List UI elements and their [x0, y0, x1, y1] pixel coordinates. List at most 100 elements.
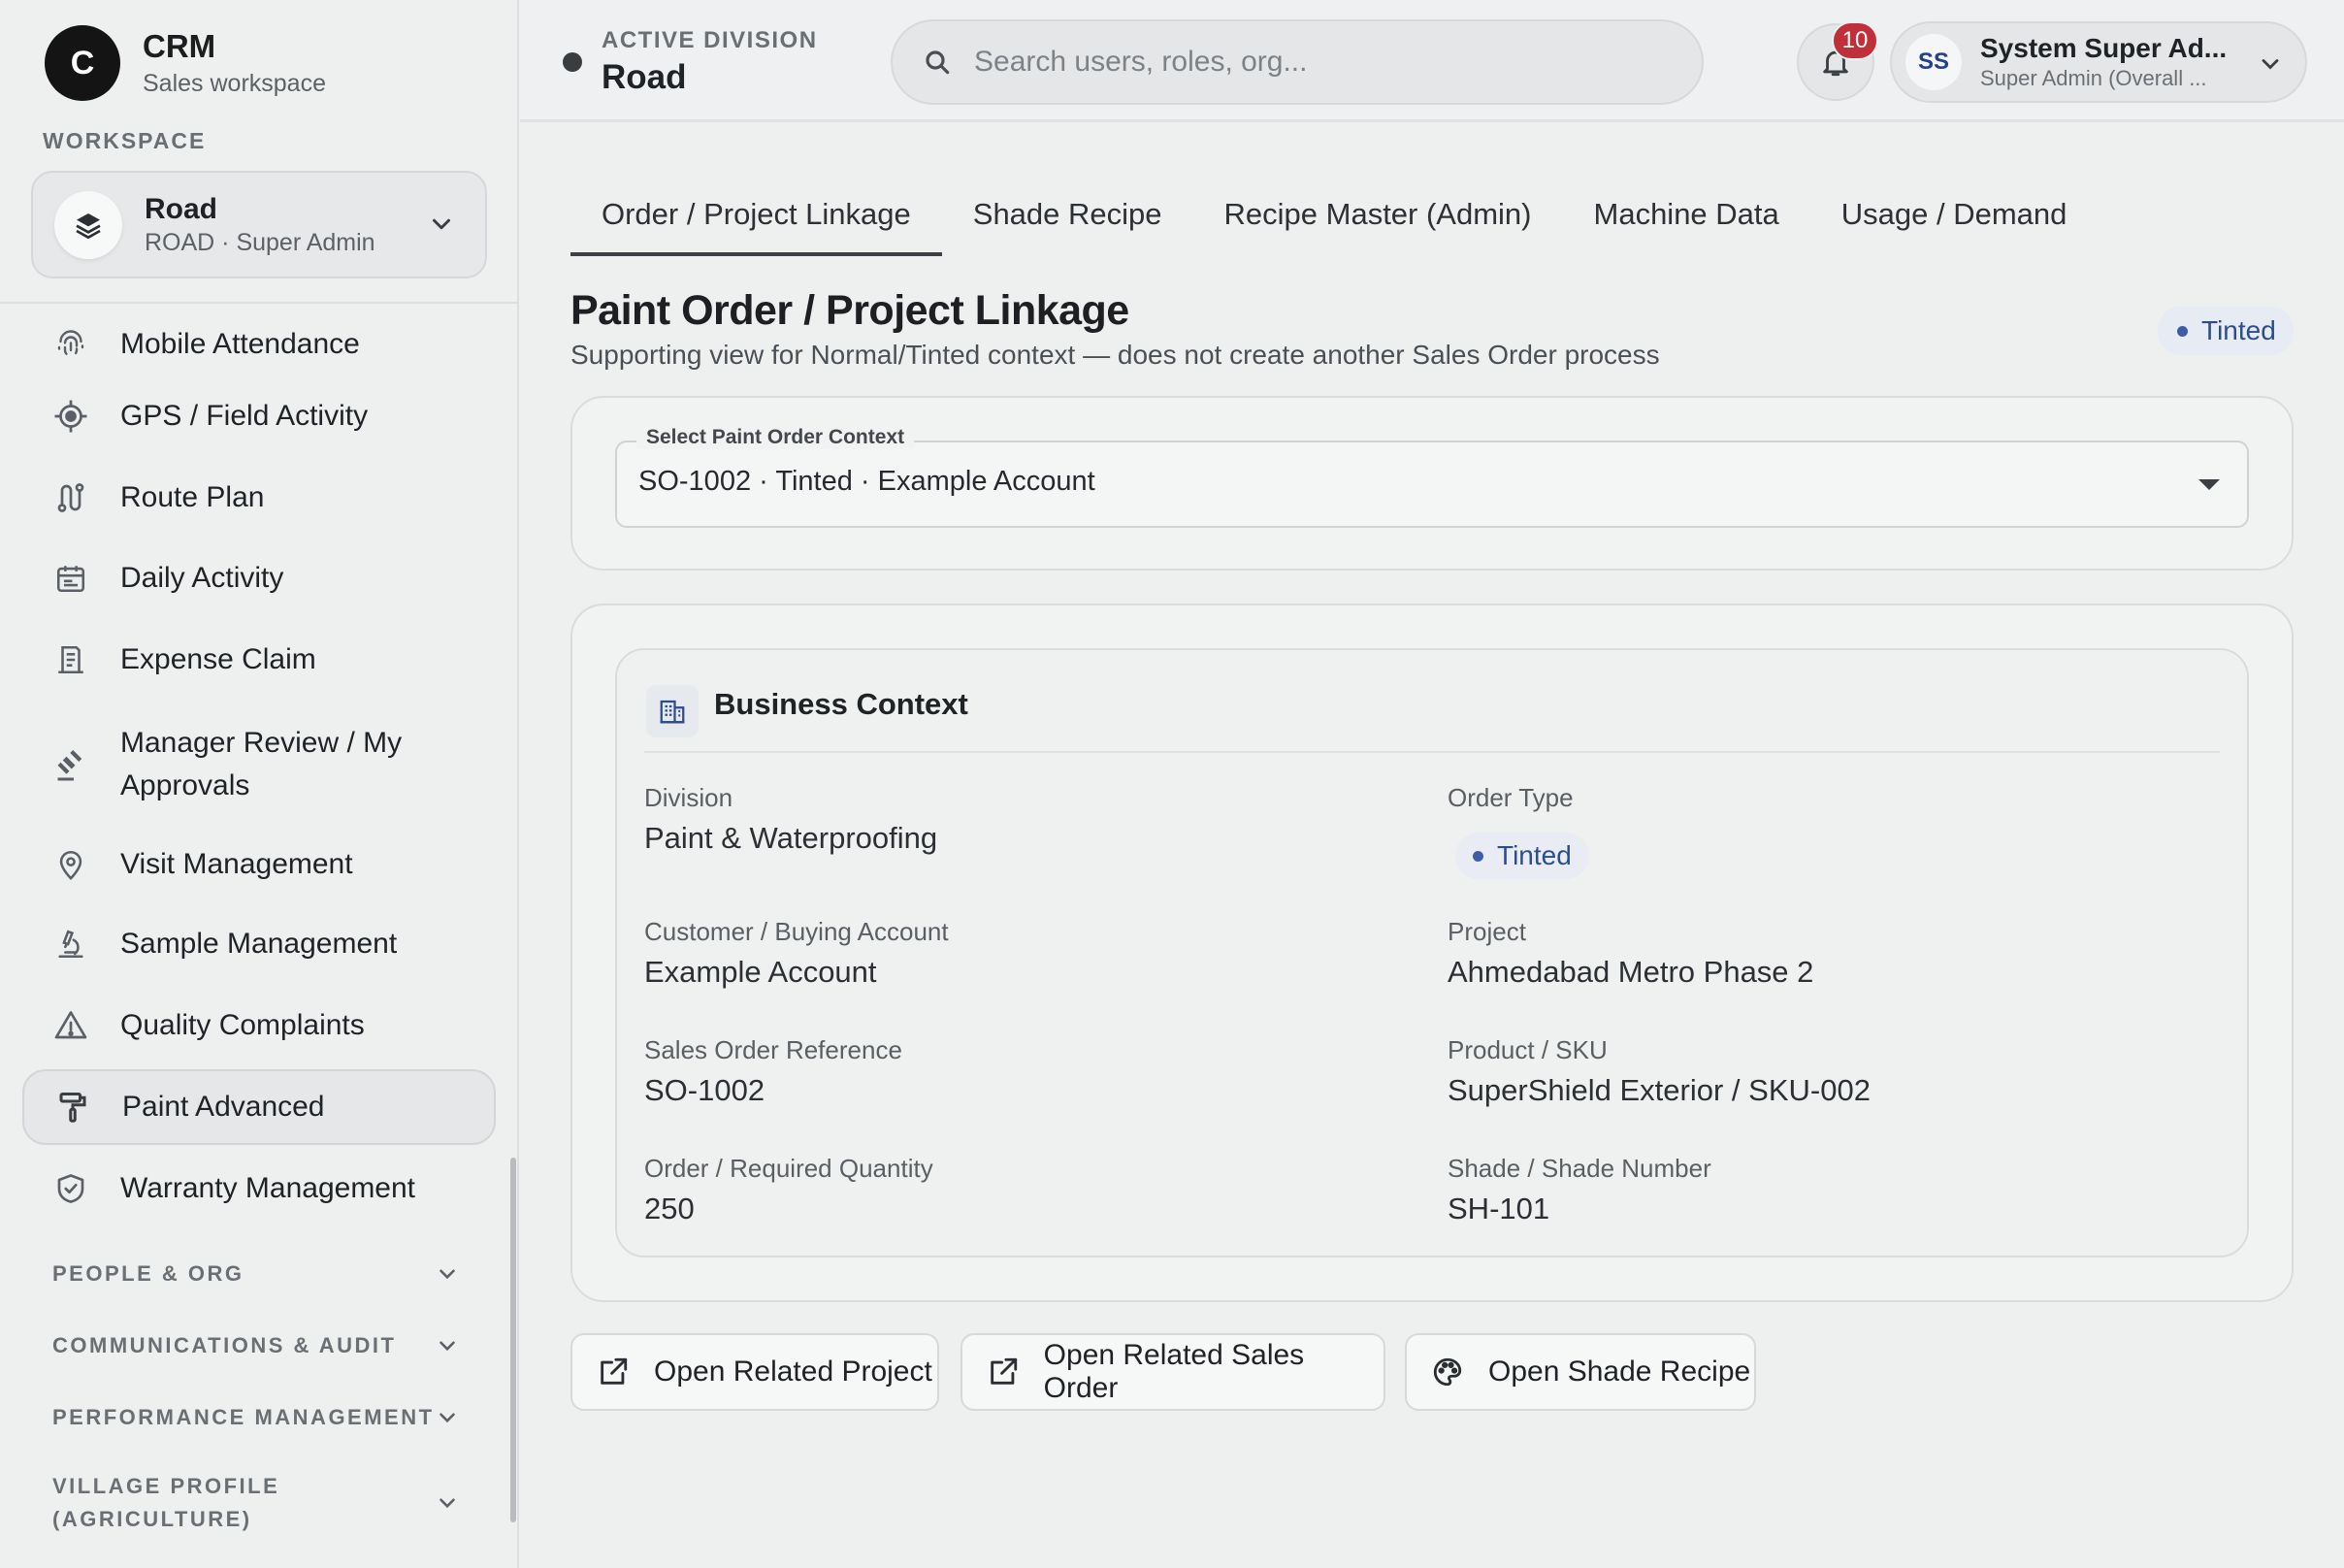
app-subtitle: Sales workspace: [143, 70, 326, 97]
sidebar-item-label: Visit Management: [120, 848, 353, 880]
sidebar-item-label: GPS / Field Activity: [120, 400, 369, 432]
section-label: VILLAGE PROFILE (AGRICULTURE): [52, 1474, 280, 1531]
microscope-icon: [51, 925, 90, 964]
sidebar-scrollbar[interactable]: [510, 1158, 516, 1522]
field-label: Division: [644, 783, 733, 812]
sidebar-item-expense-claim[interactable]: Expense Claim: [22, 628, 496, 692]
field-value: SuperShield Exterior / SKU-002: [1448, 1073, 1871, 1107]
field-division: Division Paint & Waterproofing: [644, 782, 937, 858]
status-dot: [2177, 325, 2188, 337]
tab-shade-recipe[interactable]: Shade Recipe: [942, 184, 1193, 256]
button-label: Open Shade Recipe: [1488, 1356, 1751, 1388]
sidebar-item-sample-management[interactable]: Sample Management: [22, 912, 496, 976]
sidebar-item-quality-complaints[interactable]: Quality Complaints: [22, 994, 496, 1058]
field-label: Project: [1448, 917, 1526, 946]
division-label: ACTIVE DIVISION: [602, 27, 818, 53]
sidebar: C CRM Sales workspace WORKSPACE Road ROA…: [0, 0, 519, 1568]
external-link-icon: [986, 1355, 1021, 1389]
status-badge: Tinted: [2158, 307, 2294, 355]
workspace-section-label: WORKSPACE: [43, 128, 207, 153]
sidebar-item-label: Expense Claim: [120, 643, 316, 675]
division-status-dot: [563, 52, 582, 72]
field-value: Ahmedabad Metro Phase 2: [1448, 955, 1814, 989]
tab-bar: Order / Project Linkage Shade Recipe Rec…: [570, 184, 2098, 256]
gps-target-icon: [51, 397, 90, 436]
gavel-icon: [51, 745, 90, 784]
sidebar-item-label: Mobile Attendance: [120, 328, 360, 360]
open-related-sales-order-button[interactable]: Open Related Sales Order: [960, 1333, 1385, 1411]
field-value: SO-1002: [644, 1073, 765, 1107]
chevron-down-icon[interactable]: [435, 1261, 460, 1287]
select-value: SO-1002 · Tinted · Example Account: [638, 466, 1095, 497]
select-label: Select Paint Order Context: [636, 426, 915, 449]
sidebar-item-gps-field-activity[interactable]: GPS / Field Activity: [22, 384, 496, 448]
sidebar-item-mobile-attendance[interactable]: Mobile Attendance: [22, 312, 496, 376]
location-pin-icon: [51, 845, 90, 884]
user-name: System Super Ad...: [1980, 33, 2228, 63]
avatar: SS: [1905, 34, 1962, 90]
app-title: CRM: [143, 28, 216, 64]
sidebar-item-route-plan[interactable]: Route Plan: [22, 466, 496, 530]
status-dot: [1473, 850, 1483, 862]
search-input[interactable]: [974, 46, 1653, 79]
sidebar-item-manager-review[interactable]: Manager Review / My Approvals: [22, 718, 496, 811]
section-village-profile[interactable]: VILLAGE PROFILE (AGRICULTURE): [52, 1470, 343, 1536]
business-context-card: Business Context Division Paint & Waterp…: [615, 648, 2249, 1258]
sidebar-item-paint-advanced[interactable]: Paint Advanced: [22, 1069, 496, 1145]
section-communications-audit[interactable]: COMMUNICATIONS & AUDIT: [52, 1329, 470, 1362]
chevron-down-icon[interactable]: [435, 1333, 460, 1358]
sidebar-item-label: Manager Review / My Approvals: [120, 727, 403, 801]
business-context-title: Business Context: [714, 687, 968, 721]
open-related-project-button[interactable]: Open Related Project: [570, 1333, 939, 1411]
calendar-icon: [51, 559, 90, 598]
route-icon: [51, 478, 90, 517]
user-role: Super Admin (Overall ...: [1980, 66, 2207, 90]
section-performance-management[interactable]: PERFORMANCE MANAGEMENT: [52, 1401, 470, 1434]
field-value: SH-101: [1448, 1192, 1550, 1225]
paint-roller-icon: [53, 1088, 92, 1127]
caret-down-icon: [2198, 479, 2220, 490]
field-label: Customer / Buying Account: [644, 917, 949, 946]
field-label: Product / SKU: [1448, 1035, 1608, 1064]
layers-icon: [54, 190, 122, 259]
sidebar-item-warranty-management[interactable]: Warranty Management: [22, 1157, 496, 1221]
sidebar-item-label: Warranty Management: [120, 1172, 416, 1204]
status-badge-label: Tinted: [2201, 315, 2276, 345]
tab-machine-data[interactable]: Machine Data: [1563, 184, 1810, 256]
chevron-down-icon: [427, 210, 456, 239]
field-value: Paint & Waterproofing: [644, 821, 938, 855]
order-type-value: Tinted: [1497, 840, 1572, 870]
button-label: Open Related Sales Order: [1043, 1339, 1305, 1404]
sidebar-item-label: Quality Complaints: [120, 1009, 365, 1041]
order-context-select[interactable]: Select Paint Order Context SO-1002 · Tin…: [615, 426, 2249, 528]
sidebar-item-visit-management[interactable]: Visit Management: [22, 833, 496, 897]
divider: [644, 751, 2220, 753]
field-shade: Shade / Shade Number SH-101: [1448, 1153, 1711, 1228]
workspace-switcher[interactable]: Road ROAD · Super Admin: [31, 171, 487, 278]
app-logo: C: [45, 25, 120, 101]
tab-order-project-linkage[interactable]: Order / Project Linkage: [570, 184, 942, 256]
sidebar-item-label: Route Plan: [120, 481, 265, 513]
sidebar-item-daily-activity[interactable]: Daily Activity: [22, 546, 496, 610]
division-name: Road: [602, 58, 687, 96]
shield-check-icon: [51, 1169, 90, 1208]
search-bar[interactable]: [891, 19, 1704, 105]
palette-icon: [1430, 1355, 1465, 1389]
search-icon: [922, 47, 953, 78]
receipt-icon: [51, 640, 90, 679]
button-label: Open Related Project: [654, 1356, 932, 1388]
sidebar-item-label: Sample Management: [120, 928, 398, 960]
section-label: COMMUNICATIONS & AUDIT: [52, 1333, 397, 1357]
field-value: Example Account: [644, 955, 877, 989]
user-menu[interactable]: SS System Super Ad... Super Admin (Overa…: [1890, 21, 2307, 103]
tab-usage-demand[interactable]: Usage / Demand: [1810, 184, 2099, 256]
open-shade-recipe-button[interactable]: Open Shade Recipe: [1405, 1333, 1756, 1411]
chevron-down-icon: [2257, 50, 2284, 78]
chevron-down-icon[interactable]: [435, 1490, 460, 1516]
field-customer: Customer / Buying Account Example Accoun…: [644, 916, 949, 992]
section-people-org[interactable]: PEOPLE & ORG: [52, 1258, 470, 1290]
field-value: 250: [644, 1192, 695, 1225]
chevron-down-icon[interactable]: [435, 1405, 460, 1430]
fingerprint-icon: [51, 325, 90, 364]
tab-recipe-master[interactable]: Recipe Master (Admin): [1193, 184, 1563, 256]
